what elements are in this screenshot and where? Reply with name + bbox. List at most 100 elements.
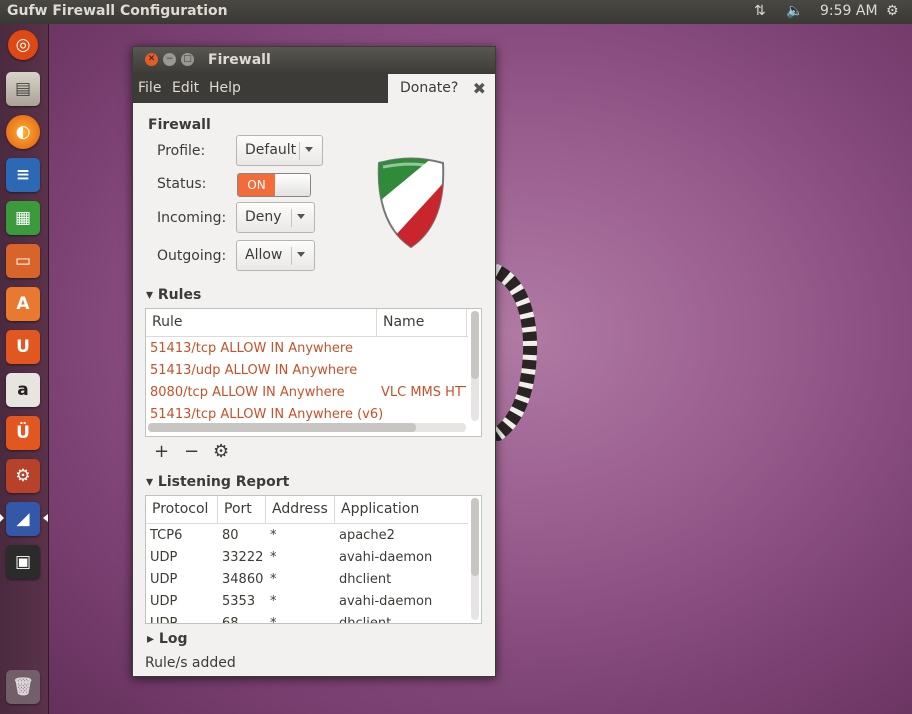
port-cell: 68 (222, 616, 239, 624)
address-cell: * (270, 528, 277, 543)
protocol-cell: UDP (150, 550, 178, 565)
menu-edit[interactable]: Edit (172, 80, 199, 96)
software-center-icon[interactable]: A (6, 287, 40, 321)
listening-section-header[interactable]: ▾ Listening Report (146, 474, 289, 490)
donate-link[interactable]: Donate? (400, 80, 458, 96)
menubar: File Edit Help Donate? ✖ (133, 74, 495, 103)
protocol-cell: UDP (150, 616, 178, 624)
minimize-icon[interactable]: − (163, 53, 176, 66)
amazon-icon[interactable]: a (6, 373, 40, 407)
rule-settings-button[interactable]: ⚙ (213, 441, 229, 462)
wallpaper-tail (488, 264, 537, 441)
system-settings-icon[interactable]: ⚙ (6, 459, 40, 493)
remove-rule-button[interactable]: − (184, 441, 199, 462)
menu-help[interactable]: Help (209, 80, 241, 96)
rule-text: 51413/tcp ALLOW IN Anywhere (150, 341, 353, 356)
firewall-section-header: Firewall (148, 117, 211, 133)
window-title: Firewall (208, 52, 271, 68)
rules-col-rule[interactable]: Rule (146, 309, 377, 336)
listening-col-protocol[interactable]: Protocol (146, 496, 218, 523)
profile-dropdown[interactable]: Default (236, 135, 323, 166)
outgoing-value: Allow (245, 247, 283, 263)
close-donate-icon[interactable]: ✖ (473, 79, 486, 98)
chevron-down-icon (297, 214, 305, 219)
active-indicator-left (0, 514, 4, 522)
listening-header-divider (146, 523, 468, 524)
window-titlebar[interactable]: ✕ − □ Firewall (133, 47, 495, 74)
rules-section-header[interactable]: ▾ Rules (146, 287, 201, 303)
ubuntu-one-icon[interactable]: U (6, 330, 40, 364)
status-toggle[interactable]: ON (237, 173, 311, 197)
network-icon[interactable]: ⇅ (754, 3, 766, 19)
port-cell: 33222 (222, 550, 264, 565)
port-cell: 34860 (222, 572, 264, 587)
outgoing-dropdown[interactable]: Allow (236, 240, 315, 271)
save-icon[interactable]: ▣ (6, 545, 40, 579)
scroll-thumb[interactable] (148, 423, 416, 432)
incoming-label: Incoming: (157, 210, 227, 226)
application-cell: dhclient (339, 616, 392, 624)
port-cell: 5353 (222, 594, 256, 609)
close-icon[interactable]: ✕ (145, 53, 158, 66)
impress-icon[interactable]: ▭ (6, 244, 40, 278)
profile-value: Default (245, 142, 297, 158)
add-rule-button[interactable]: + (154, 441, 169, 462)
listening-table: Protocol Port Address Application TCP6 8… (145, 495, 482, 624)
status-label: Status: (157, 176, 207, 192)
application-cell: apache2 (339, 528, 395, 543)
trash-icon[interactable]: 🗑 (6, 670, 40, 704)
ubuntu-dash-icon[interactable]: ◎ (8, 30, 38, 60)
writer-icon[interactable]: ≡ (6, 158, 40, 192)
rules-header-divider (146, 336, 468, 337)
gufw-icon[interactable]: ◢ (6, 502, 40, 536)
scroll-thumb[interactable] (471, 498, 479, 576)
listening-col-address[interactable]: Address (266, 496, 335, 523)
maximize-icon[interactable]: □ (181, 53, 194, 66)
log-section-header[interactable]: ▸ Log (147, 631, 187, 647)
address-cell: * (270, 616, 277, 624)
firewall-window: ✕ − □ Firewall File Edit Help Donate? ✖ … (132, 46, 496, 677)
listening-col-port[interactable]: Port (218, 496, 266, 523)
gear-icon[interactable]: ⚙ (886, 3, 899, 19)
listening-header-text: Listening Report (157, 474, 290, 490)
incoming-value: Deny (245, 209, 282, 225)
port-cell: 80 (222, 528, 239, 543)
toggle-knob (276, 174, 310, 196)
chevron-down-icon (297, 252, 305, 257)
log-header-text: Log (158, 631, 188, 647)
address-cell: * (270, 572, 277, 587)
rules-vertical-scrollbar[interactable] (471, 311, 479, 421)
ubuntu-one-music-icon[interactable]: Ü (6, 416, 40, 450)
listening-col-application[interactable]: Application (335, 496, 468, 523)
menu-file[interactable]: File (138, 80, 161, 96)
files-icon[interactable]: ▤ (6, 72, 40, 106)
address-cell: * (270, 550, 277, 565)
status-bar-text: Rule/s added (145, 655, 236, 671)
launcher: ◎ ▤ ◐ ≡ ▦ ▭ A U a Ü ⚙ ◢ ▣ 🗑 (0, 24, 49, 714)
application-cell: avahi-daemon (339, 594, 433, 609)
rules-horizontal-scrollbar[interactable] (148, 423, 466, 432)
address-cell: * (270, 594, 277, 609)
listening-vertical-scrollbar[interactable] (471, 498, 479, 620)
clock[interactable]: 9:59 AM (820, 3, 878, 19)
protocol-cell: TCP6 (150, 528, 183, 543)
calc-icon[interactable]: ▦ (6, 201, 40, 235)
rules-col-name[interactable]: Name (377, 309, 467, 336)
application-cell: avahi-daemon (339, 550, 433, 565)
protocol-cell: UDP (150, 572, 178, 587)
donate-bar: Donate? ✖ (388, 74, 495, 103)
rule-name: VLC MMS HTT (381, 385, 466, 400)
protocol-cell: UDP (150, 594, 178, 609)
gufw-shield-logo (377, 157, 445, 249)
volume-icon[interactable]: 🔈 (786, 3, 803, 19)
chevron-down-icon (305, 147, 313, 152)
status-on-text: ON (238, 174, 275, 196)
scroll-thumb[interactable] (471, 311, 479, 379)
incoming-dropdown[interactable]: Deny (236, 202, 315, 233)
rule-text: 51413/udp ALLOW IN Anywhere (150, 363, 358, 378)
rule-text: 8080/tcp ALLOW IN Anywhere (150, 385, 345, 400)
firefox-icon[interactable]: ◐ (6, 115, 40, 149)
application-cell: dhclient (339, 572, 392, 587)
rules-header-text: Rules (157, 287, 202, 303)
profile-label: Profile: (157, 143, 206, 159)
